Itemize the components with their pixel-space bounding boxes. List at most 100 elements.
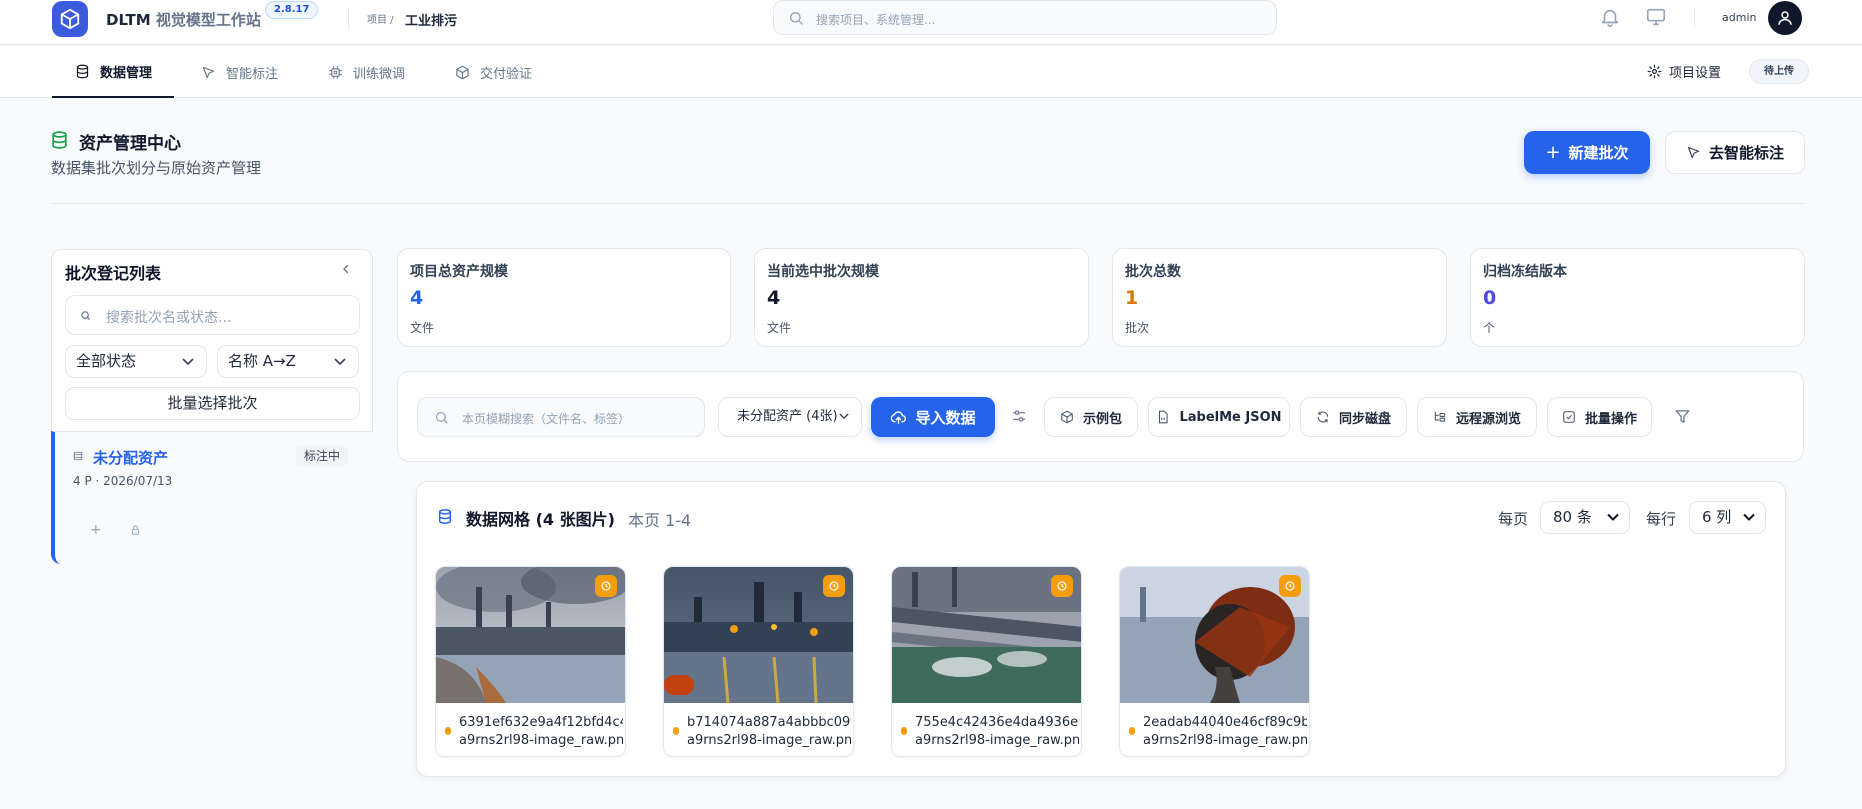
refresh-icon	[1317, 411, 1329, 423]
clock-icon	[1051, 575, 1073, 597]
sample-pack-button[interactable]: 示例包	[1044, 397, 1138, 437]
batch-select[interactable]: 未分配资产 (4张)	[718, 397, 862, 437]
import-data-button[interactable]: 导入数据	[871, 397, 995, 437]
stat-card-total-assets: 项目总资产规模 4 文件	[397, 248, 731, 347]
checkbox-icon	[1563, 411, 1575, 423]
chevron-down-icon	[1743, 513, 1755, 522]
sort-value: 名称 A→Z	[228, 352, 296, 370]
per-page-select[interactable]: 80 条	[1540, 501, 1630, 534]
breadcrumb-label: 项目 /	[367, 15, 394, 26]
sync-disk-label: 同步磁盘	[1338, 411, 1391, 427]
app-subtitle: 视觉模型工作站	[155, 11, 261, 29]
per-row-label: 每行	[1646, 510, 1677, 528]
status-dot	[673, 727, 679, 735]
filename-line: a9rns2rl98-image_raw.png	[1143, 733, 1307, 748]
box-icon	[456, 65, 469, 79]
go-annotate-button[interactable]: 去智能标注	[1665, 131, 1805, 174]
sort-select[interactable]: 名称 A→Z	[217, 345, 359, 378]
folder-tree-icon	[1434, 411, 1446, 422]
labelme-json-label: LabelMe JSON	[1179, 409, 1282, 425]
lock-icon[interactable]	[130, 524, 141, 536]
stat-card-archived-versions: 归档冻结版本 0 个	[1470, 248, 1805, 347]
stat-label: 项目总资产规模	[410, 264, 508, 280]
folder-icon	[73, 451, 83, 461]
bulk-operations-button[interactable]: 批量操作	[1547, 397, 1652, 437]
remote-browse-button[interactable]: 远程源浏览	[1417, 397, 1537, 437]
app-logo[interactable]	[52, 1, 88, 37]
stat-unit: 批次	[1125, 321, 1150, 335]
chevron-down-icon	[182, 358, 194, 366]
status-dot	[901, 727, 907, 735]
batch-list-title: 批次登记列表	[65, 264, 162, 283]
image-card[interactable]: 755e4c42436e4da4936ed37a a9rns2rl98-imag…	[891, 566, 1082, 757]
stat-value: 4	[767, 287, 781, 309]
bulk-select-batches-button[interactable]: 批量选择批次	[65, 387, 360, 420]
user-name: admin	[1722, 11, 1757, 24]
search-icon	[788, 10, 804, 26]
stat-card-batch-count: 批次总数 1 批次	[1112, 248, 1447, 347]
image-card[interactable]: 2eadab44040e46cf89c9bec3 a9rns2rl98-imag…	[1119, 566, 1310, 757]
tab-bar: 数据管理 智能标注 训练微调 交付验证	[0, 46, 1862, 98]
new-batch-label: 新建批次	[1568, 144, 1629, 162]
tab-data-management[interactable]: 数据管理	[52, 46, 174, 98]
status-filter-value: 全部状态	[76, 352, 137, 370]
version-badge: 2.8.17	[265, 1, 319, 19]
stat-unit: 个	[1483, 321, 1496, 335]
labelme-json-button[interactable]: LabelMe JSON	[1148, 397, 1290, 437]
page-search-placeholder: 本页模糊搜索（文件名、标签）	[462, 412, 631, 426]
sliders-icon[interactable]	[1011, 408, 1027, 424]
page-subtitle: 数据集批次划分与原始资产管理	[51, 159, 262, 177]
sample-pack-label: 示例包	[1082, 411, 1122, 427]
per-row-select[interactable]: 6 列	[1689, 501, 1766, 534]
cpu-icon	[329, 65, 342, 79]
user-icon	[1778, 11, 1792, 25]
tab-label: 交付验证	[480, 66, 533, 82]
divider	[1694, 9, 1695, 27]
clock-icon	[823, 575, 845, 597]
stat-label: 批次总数	[1125, 264, 1181, 280]
batch-name: 未分配资产	[93, 449, 169, 467]
search-icon	[80, 310, 91, 321]
monitor-icon[interactable]	[1645, 6, 1667, 28]
chevron-down-icon	[839, 413, 849, 420]
image-card[interactable]: b714074a887a4abbbc09f739 a9rns2rl98-imag…	[663, 566, 854, 757]
divider	[51, 203, 1805, 204]
project-settings-button[interactable]: 项目设置	[1647, 62, 1721, 81]
bell-icon[interactable]	[1599, 6, 1621, 28]
user-avatar[interactable]	[1768, 1, 1802, 35]
global-search-input[interactable]: 搜索项目、系统管理...	[773, 0, 1277, 35]
chevron-left-icon[interactable]	[340, 263, 352, 275]
app-title: DLTM 视觉模型工作站	[106, 9, 261, 30]
filter-icon[interactable]	[1674, 408, 1691, 425]
filename-line: 2eadab44040e46cf89c9bec3	[1143, 715, 1307, 730]
filename-line: a9rns2rl98-image_raw.png	[459, 733, 623, 748]
image-filename: b714074a887a4abbbc09f739 a9rns2rl98-imag…	[687, 714, 851, 750]
divider	[348, 9, 349, 29]
new-batch-button[interactable]: + 新建批次	[1524, 131, 1650, 174]
tab-smart-annotation[interactable]: 智能标注	[201, 46, 278, 98]
image-filename: 755e4c42436e4da4936ed37a a9rns2rl98-imag…	[915, 714, 1079, 750]
stat-value: 0	[1483, 287, 1497, 309]
cloud-upload-icon	[891, 410, 907, 424]
data-grid-title: 数据网格 (4 张图片)	[466, 510, 615, 529]
per-page-label: 每页	[1498, 510, 1529, 528]
per-row-value: 6 列	[1702, 508, 1732, 526]
file-json-icon	[1159, 410, 1169, 424]
filename-line: 6391ef632e9a4f12bfd4c4e9b	[459, 715, 623, 730]
status-filter-select[interactable]: 全部状态	[65, 345, 207, 378]
plus-icon[interactable]: +	[90, 522, 102, 538]
tab-delivery[interactable]: 交付验证	[455, 46, 532, 98]
bulk-operations-label: 批量操作	[1584, 411, 1637, 427]
sync-disk-button[interactable]: 同步磁盘	[1300, 397, 1407, 437]
tab-training[interactable]: 训练微调	[328, 46, 405, 98]
status-dot	[445, 727, 451, 735]
database-icon	[50, 130, 69, 150]
breadcrumb-project[interactable]: 工业排污	[405, 10, 457, 29]
batch-search-input[interactable]: 搜索批次名或状态...	[65, 295, 360, 335]
clock-icon	[595, 575, 617, 597]
status-badge: 标注中	[296, 446, 349, 466]
page-search-input[interactable]: 本页模糊搜索（文件名、标签）	[417, 397, 705, 437]
plus-icon: +	[1545, 142, 1561, 163]
image-card[interactable]: 6391ef632e9a4f12bfd4c4e9b a9rns2rl98-ima…	[435, 566, 626, 757]
filename-line: b714074a887a4abbbc09f739	[687, 715, 851, 730]
